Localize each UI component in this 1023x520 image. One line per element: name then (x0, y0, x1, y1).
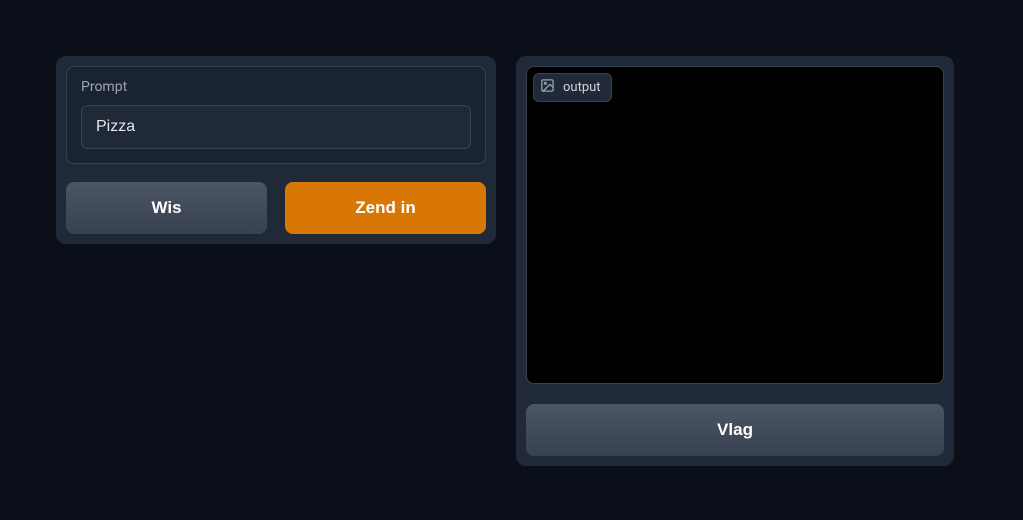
flag-button[interactable]: Vlag (526, 404, 944, 456)
clear-button[interactable]: Wis (66, 182, 267, 234)
output-image-box: output (526, 66, 944, 384)
action-row: Wis Zend in (66, 182, 486, 234)
prompt-input[interactable] (81, 105, 471, 149)
output-tag-label: output (563, 80, 601, 95)
image-icon (540, 78, 555, 97)
output-tag: output (533, 73, 612, 102)
output-panel: output Vlag (516, 56, 954, 466)
prompt-group: Prompt (66, 66, 486, 164)
input-panel: Prompt Wis Zend in (56, 56, 496, 244)
prompt-label: Prompt (81, 79, 471, 95)
submit-button[interactable]: Zend in (285, 182, 486, 234)
